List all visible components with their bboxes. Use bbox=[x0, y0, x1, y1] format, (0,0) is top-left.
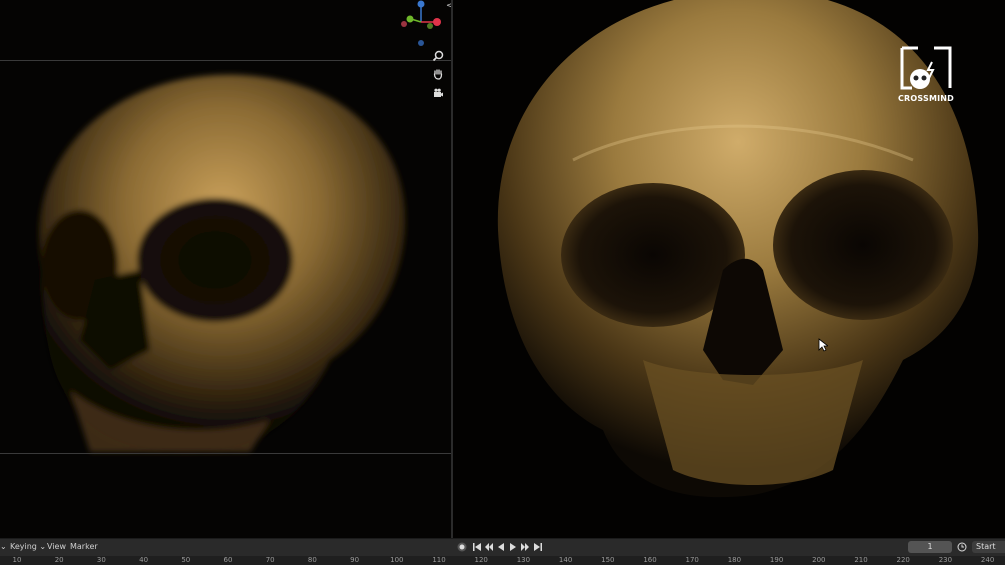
record-icon[interactable] bbox=[457, 542, 467, 552]
current-frame-input[interactable]: 1 bbox=[908, 541, 952, 553]
y-axis-handle[interactable] bbox=[406, 15, 414, 23]
ruler-tick-label: 240 bbox=[980, 556, 995, 564]
clock-icon[interactable] bbox=[957, 542, 967, 552]
viewport-right[interactable]: CROSSMIND bbox=[453, 0, 1005, 538]
next-keyframe-icon[interactable] bbox=[520, 542, 530, 552]
ruler-tick-label: 130 bbox=[516, 556, 531, 564]
neg-y-axis-handle[interactable] bbox=[427, 23, 433, 29]
marker-menu[interactable]: Marker bbox=[70, 542, 98, 551]
ruler-tick-label: 180 bbox=[727, 556, 742, 564]
ruler-tick-label: 60 bbox=[223, 556, 233, 564]
ruler-tick-label: 120 bbox=[474, 556, 488, 564]
start-frame-field[interactable]: Start bbox=[972, 541, 1005, 553]
camera-frame-top bbox=[0, 60, 451, 61]
jump-end-icon[interactable] bbox=[533, 542, 543, 552]
ruler-tick-label: 100 bbox=[390, 556, 404, 564]
timeline-header: ⌄ Keying ⌄ View Marker 1 Start bbox=[0, 538, 1005, 556]
ruler-tick-label: 200 bbox=[812, 556, 826, 564]
ruler-tick-label: 70 bbox=[265, 556, 275, 564]
mouse-cursor-icon bbox=[818, 338, 828, 352]
ruler-tick-label: 230 bbox=[938, 556, 953, 564]
ruler-tick-label: 90 bbox=[350, 556, 360, 564]
neg-x-axis-handle[interactable] bbox=[401, 21, 407, 27]
play-icon[interactable] bbox=[508, 542, 518, 552]
ruler-tick-label: 80 bbox=[307, 556, 317, 564]
play-reverse-icon[interactable] bbox=[496, 542, 506, 552]
ruler-tick-label: 160 bbox=[643, 556, 657, 564]
ruler-tick-label: 170 bbox=[685, 556, 699, 564]
ruler-tick-label: 210 bbox=[854, 556, 868, 564]
skull-render-left bbox=[39, 74, 406, 453]
ruler-tick-label: 40 bbox=[139, 556, 149, 564]
ruler-tick-label: 20 bbox=[54, 556, 64, 564]
prev-keyframe-icon[interactable] bbox=[484, 542, 494, 552]
ruler-tick-label: 50 bbox=[181, 556, 191, 564]
jump-start-icon[interactable] bbox=[472, 542, 482, 552]
ruler-tick-label: 150 bbox=[601, 556, 615, 564]
neg-z-axis-handle[interactable] bbox=[418, 40, 424, 46]
ruler-tick-label: 220 bbox=[896, 556, 910, 564]
view-menu[interactable]: View bbox=[47, 542, 66, 551]
camera-frame-bottom bbox=[0, 453, 451, 454]
zoom-icon[interactable] bbox=[430, 48, 446, 64]
logo-text: CROSSMIND bbox=[897, 94, 955, 103]
ruler-tick-label: 10 bbox=[12, 556, 22, 564]
x-axis-handle[interactable] bbox=[433, 18, 441, 26]
axis-gizmo[interactable] bbox=[398, 0, 448, 50]
ruler-tick-label: 140 bbox=[558, 556, 573, 564]
viewport-left[interactable] bbox=[0, 0, 451, 538]
timeline-ruler[interactable]: 10 20 30 40 50 60 70 80 90 100 110 120 130 140 150 160 1… bbox=[0, 556, 1005, 565]
z-axis-handle[interactable] bbox=[417, 0, 425, 8]
camera-icon[interactable] bbox=[430, 85, 446, 101]
keying-menu[interactable]: Keying ⌄ bbox=[10, 542, 46, 551]
hand-pan-icon[interactable] bbox=[430, 66, 446, 82]
ruler-tick-label: 110 bbox=[432, 556, 446, 564]
ruler-tick-label: 30 bbox=[96, 556, 106, 564]
ruler-tick-label: 190 bbox=[769, 556, 784, 564]
editor-type-dropdown[interactable]: ⌄ bbox=[0, 542, 7, 551]
